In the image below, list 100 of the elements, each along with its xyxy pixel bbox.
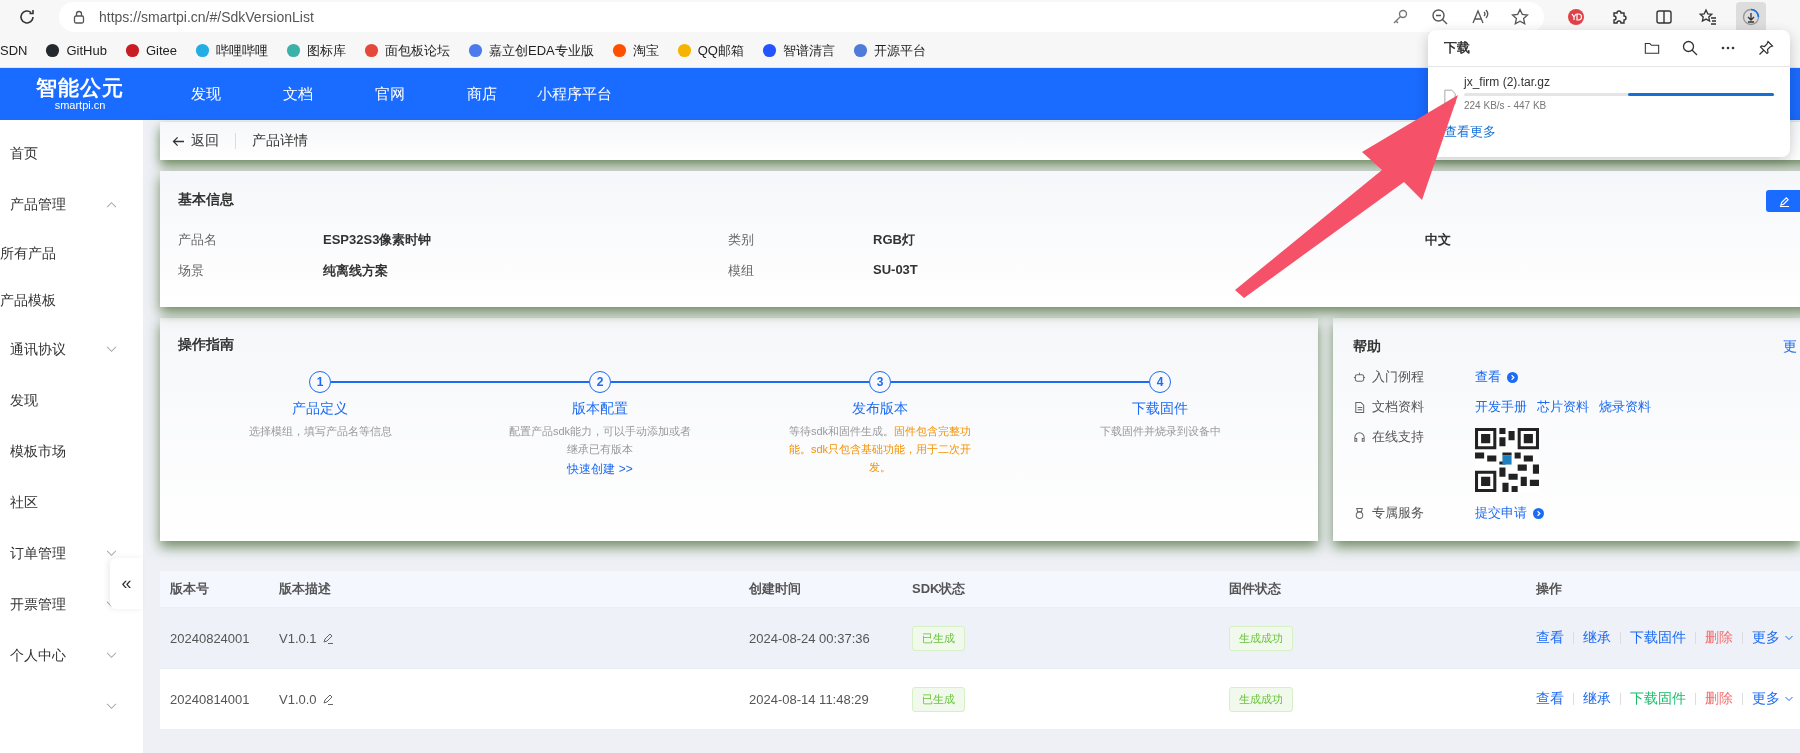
- table-cell: V1.0.0: [279, 691, 317, 707]
- step-title: 发布版本: [852, 400, 908, 418]
- favorites-icon[interactable]: [1698, 7, 1718, 27]
- sidebar-item[interactable]: 订单管理: [10, 544, 66, 563]
- column-header: 版本描述: [279, 580, 331, 598]
- download-status: 224 KB/s - 447 KB: [1464, 100, 1548, 111]
- zoom-out-icon[interactable]: [1430, 7, 1450, 27]
- address-bar[interactable]: https://smartpi.cn/#/SdkVersionList: [59, 2, 1544, 32]
- field-value: RGB灯: [873, 231, 915, 249]
- help-link[interactable]: 烧录资料: [1599, 398, 1651, 416]
- action-link[interactable]: 更多: [1752, 629, 1780, 647]
- column-header: 创建时间: [749, 580, 801, 598]
- field-label: 类别: [728, 232, 754, 247]
- lock-icon: [73, 10, 85, 24]
- arrow-circle-icon[interactable]: [1533, 507, 1544, 519]
- table-row[interactable]: 20240814001 V1.0.0 2024-08-14 11:48:29 已生成 生成成功 查看 继承 下载固件 删除 更多: [160, 669, 1800, 730]
- pin-icon[interactable]: [1758, 40, 1774, 56]
- pencil-icon[interactable]: [321, 693, 334, 705]
- column-header: 固件状态: [1229, 580, 1281, 598]
- star-icon[interactable]: [1510, 7, 1530, 27]
- sidebar-item[interactable]: 社区: [10, 493, 38, 512]
- file-name[interactable]: jx_firm (2).tar.gz: [1464, 75, 1774, 89]
- help-label: 文档资料: [1372, 398, 1424, 416]
- table-cell: 2024-08-14 11:48:29: [749, 691, 869, 707]
- step-description: 等待sdk和固件生成。固件包含完整功能。sdk只包含基础功能，用于二次开发。: [787, 424, 973, 475]
- sidebar-item[interactable]: 所有产品: [0, 244, 56, 263]
- extension-icon[interactable]: [1566, 7, 1586, 27]
- step-title: 版本配置: [572, 400, 628, 418]
- bookmark[interactable]: Gitee: [124, 43, 177, 58]
- nav-link[interactable]: 发现: [160, 84, 252, 104]
- see-more-link[interactable]: 查看更多: [1444, 124, 1496, 139]
- quick-create-link[interactable]: 快速创建 >>: [567, 461, 633, 478]
- action-link[interactable]: 查看: [1536, 629, 1564, 647]
- help-link[interactable]: 芯片资料: [1537, 398, 1589, 416]
- more-link[interactable]: 更: [1783, 338, 1797, 356]
- bookmark[interactable]: 面包板论坛: [364, 41, 450, 60]
- nav-link[interactable]: 商店: [436, 84, 528, 104]
- search-icon[interactable]: [1682, 40, 1698, 56]
- puzzle-icon[interactable]: [1610, 7, 1630, 27]
- bookmark[interactable]: 嘉立创EDA专业版: [468, 41, 594, 60]
- qr-code: [1475, 428, 1539, 492]
- step-title: 下载固件: [1132, 400, 1188, 418]
- logo-text: 智能公元: [36, 77, 124, 98]
- help-link[interactable]: 提交申请: [1475, 504, 1527, 522]
- field-label: 产品名: [178, 232, 217, 247]
- split-screen-icon[interactable]: [1654, 7, 1674, 27]
- bookmark[interactable]: 智谱清言: [761, 41, 835, 60]
- action-link[interactable]: 继承: [1583, 629, 1611, 647]
- help-label: 入门例程: [1372, 368, 1424, 386]
- sidebar-item[interactable]: 开票管理: [10, 595, 66, 614]
- pencil-icon[interactable]: [321, 632, 334, 644]
- status-tag: 生成成功: [1229, 686, 1293, 712]
- bookmark[interactable]: GitHub: [45, 43, 107, 58]
- action-link[interactable]: 下载固件: [1630, 629, 1686, 647]
- field-value: 纯离线方案: [323, 262, 388, 280]
- bookmark[interactable]: 淘宝: [611, 41, 659, 60]
- nav-link[interactable]: 文档: [252, 84, 344, 104]
- nav-link[interactable]: 官网: [344, 84, 436, 104]
- panel-title: 下载: [1444, 39, 1470, 57]
- bookmark[interactable]: QQ邮箱: [676, 41, 744, 60]
- sidebar-item[interactable]: 发现: [10, 391, 38, 410]
- bookmark[interactable]: 开源平台: [852, 41, 926, 60]
- help-link[interactable]: 查看: [1475, 368, 1501, 386]
- bookmark[interactable]: 哔哩哔哩: [195, 41, 268, 60]
- nav-link[interactable]: 小程序平台: [528, 84, 620, 104]
- folder-icon[interactable]: [1644, 40, 1660, 56]
- card-title: 操作指南: [178, 336, 234, 354]
- column-header: 版本号: [170, 580, 209, 598]
- card-title: 基本信息: [178, 191, 234, 209]
- step-title: 产品定义: [292, 400, 348, 418]
- page-title: 产品详情: [252, 132, 308, 150]
- arrow-left-icon: [172, 135, 185, 147]
- action-link[interactable]: 更多: [1752, 690, 1780, 708]
- status-tag: 已生成: [912, 686, 965, 712]
- logo-subtitle: smartpi.cn: [54, 100, 106, 111]
- sidebar-item[interactable]: 产品管理: [10, 195, 66, 214]
- edit-button[interactable]: [1766, 190, 1800, 212]
- arrow-circle-icon[interactable]: [1507, 371, 1518, 383]
- sidebar-item[interactable]: 首页: [10, 144, 38, 163]
- headset-icon: [1353, 430, 1366, 444]
- bookmark[interactable]: SDN: [0, 43, 28, 58]
- table-cell: 20240824001: [170, 630, 250, 646]
- action-link[interactable]: 继承: [1583, 690, 1611, 708]
- sidebar-item[interactable]: 个人中心: [10, 646, 66, 665]
- help-label: 专属服务: [1372, 504, 1424, 522]
- back-link[interactable]: 返回: [172, 132, 219, 150]
- collapse-button[interactable]: «: [110, 558, 143, 609]
- sidebar-item[interactable]: 通讯协议: [10, 340, 66, 359]
- download-button[interactable]: [1736, 2, 1766, 32]
- document-icon: [1353, 400, 1366, 414]
- help-link[interactable]: 开发手册: [1475, 398, 1527, 416]
- table-cell: 2024-08-24 00:37:36: [749, 630, 870, 646]
- url-text: https://smartpi.cn/#/SdkVersionList: [99, 9, 314, 25]
- action-link[interactable]: 查看: [1536, 690, 1564, 708]
- sidebar-item[interactable]: 产品模板: [0, 291, 56, 310]
- sidebar-item[interactable]: 模板市场: [10, 442, 66, 461]
- table-row[interactable]: 20240824001 V1.0.1 2024-08-24 00:37:36 已生成 生成成功 查看 继承 下载固件 删除 更多: [160, 608, 1800, 669]
- bookmark[interactable]: 图标库: [286, 41, 346, 60]
- reload-icon[interactable]: [17, 7, 37, 27]
- table-cell: V1.0.1: [279, 630, 317, 646]
